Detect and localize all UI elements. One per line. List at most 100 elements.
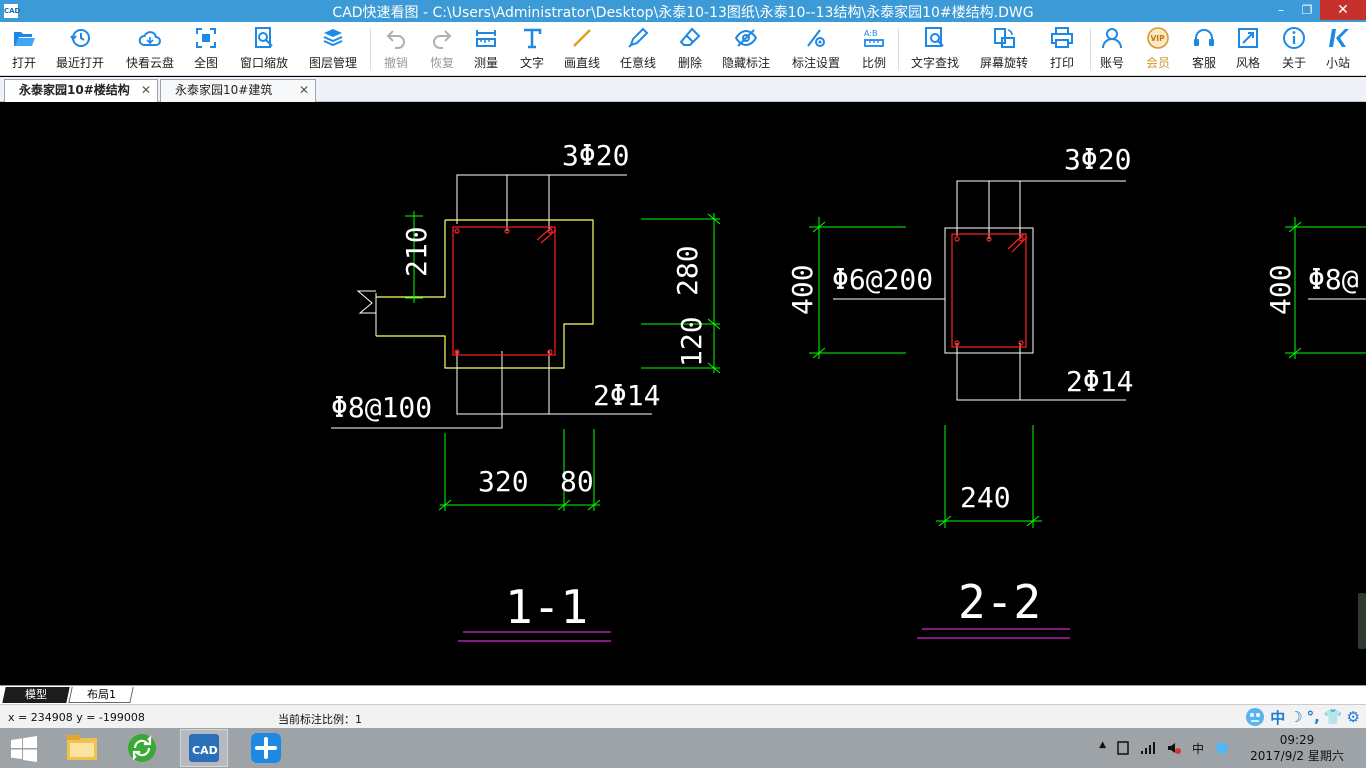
ime-mascot-icon (1246, 708, 1265, 726)
tab-architecture-drawing[interactable]: 永泰家园10#建筑 ✕ (160, 79, 316, 102)
open-button[interactable]: 打开 (4, 26, 44, 74)
layer-manager-button[interactable]: 图层管理 (306, 26, 360, 74)
measure-label: 测量 (473, 56, 498, 70)
annotation-settings-button[interactable]: 标注设置 (788, 26, 844, 74)
tab-structure-drawing[interactable]: 永泰家园10#楼结构 ✕ (4, 79, 158, 102)
show-hidden-icons-icon[interactable]: ▲ (1099, 740, 1106, 757)
file-explorer-icon[interactable] (58, 729, 106, 767)
bottom-bars-label: 2Φ14 (1066, 365, 1133, 398)
dim-80-label: 80 (560, 465, 594, 498)
volume-muted-icon[interactable] (1166, 740, 1182, 756)
delete-label: 删除 (677, 56, 702, 70)
section-3-partial: 400 Φ8@ (1264, 217, 1366, 359)
cloud-drive-label: 快看云盘 (125, 56, 174, 70)
network-signal-icon[interactable] (1140, 740, 1156, 756)
blue-pinwheel-icon[interactable] (242, 729, 290, 767)
tab-close-icon[interactable]: ✕ (299, 80, 309, 101)
delete-button[interactable]: 删除 (672, 26, 708, 74)
undo-label: 撤销 (383, 56, 408, 70)
draw-line-button[interactable]: 画直线 (560, 26, 604, 74)
printer-icon (1051, 27, 1073, 48)
svg-text:A:B: A:B (864, 29, 878, 38)
rotate-screen-button[interactable]: 屏幕旋转 (976, 26, 1032, 74)
print-button[interactable]: 打印 (1044, 26, 1080, 74)
hide-eye-icon (734, 29, 758, 47)
ime-punctuation-icon[interactable]: °, (1307, 708, 1320, 726)
vip-icon: VIP (1147, 27, 1169, 49)
stirrup-label: Φ6@200 (832, 263, 933, 296)
ime-skin-icon[interactable]: 👕 (1324, 708, 1343, 726)
dim-400-label: 400 (1264, 264, 1297, 315)
text-search-button[interactable]: 文字查找 (906, 26, 964, 74)
window-controls: – ❐ ✕ (1268, 0, 1366, 22)
redo-button[interactable]: 恢复 (424, 26, 460, 74)
taskbar-clock[interactable]: 09:29 2017/9/2 星期六 (1242, 732, 1352, 764)
recent-clock-icon (70, 29, 90, 47)
rebar-stirrup (951, 233, 1028, 348)
cloud-icon (138, 31, 161, 46)
hide-annotation-button[interactable]: 隐藏标注 (718, 26, 774, 74)
ime-toolbar[interactable]: 中 ☽ °, 👕 ⚙ (1244, 706, 1360, 728)
restore-button[interactable]: ❐ (1294, 0, 1320, 20)
vip-button[interactable]: VIP 会员 (1140, 26, 1176, 74)
tab-label: 永泰家园10#建筑 (175, 83, 273, 97)
tab-layout1[interactable]: 布局1 (68, 687, 134, 703)
green-refresh-icon[interactable] (118, 729, 166, 767)
account-button[interactable]: 账号 (1094, 26, 1130, 74)
dim-280-label: 280 (671, 245, 704, 296)
top-bars-label: 3Φ20 (562, 139, 629, 172)
canvas-side-grip[interactable] (1358, 593, 1366, 649)
tab-close-icon[interactable]: ✕ (141, 80, 151, 101)
freehand-button[interactable]: 任意线 (616, 26, 660, 74)
minimize-button[interactable]: – (1268, 0, 1294, 20)
cursor-coordinates: x = 234908 y = -199008 (8, 711, 145, 724)
ime-language-indicator[interactable]: 中 (1270, 707, 1285, 728)
customer-service-button[interactable]: 客服 (1186, 26, 1222, 74)
freehand-label: 任意线 (619, 56, 656, 70)
windows-taskbar: CAD ▲ 中 09:29 2017/9/2 星期六 (0, 728, 1366, 768)
dim-120-label: 120 (675, 316, 708, 367)
cloud-drive-button[interactable]: 快看云盘 (122, 26, 178, 74)
undo-icon (386, 30, 405, 49)
scale-icon: A:B (864, 29, 884, 47)
pen-icon (628, 27, 649, 48)
cad-viewer-icon[interactable]: CAD (180, 729, 228, 767)
title-underline (917, 628, 1070, 639)
device-icon[interactable] (1116, 740, 1130, 756)
scale-button[interactable]: A:B 比例 (856, 26, 892, 74)
zoom-window-icon (255, 27, 273, 48)
app-window: CAD CAD快速看图 - C:\Users\Administrator\Des… (0, 0, 1366, 768)
recent-open-button[interactable]: 最近打开 (52, 26, 108, 74)
undo-button[interactable]: 撤销 (378, 26, 414, 74)
windows-start-icon[interactable] (10, 736, 38, 762)
fit-all-label: 全图 (193, 56, 218, 70)
text-search-icon (925, 27, 944, 47)
top-bars-label: 3Φ20 (1064, 143, 1131, 176)
toolbar-divider (370, 28, 371, 70)
fit-all-button[interactable]: 全图 (188, 26, 224, 74)
station-button[interactable]: 小站 (1320, 26, 1356, 74)
style-button[interactable]: 风格 (1230, 26, 1266, 74)
section-3-texts: 400 Φ8@ (1264, 263, 1359, 315)
svg-text:VIP: VIP (1151, 34, 1166, 43)
ime-settings-icon[interactable]: ⚙ (1347, 708, 1360, 726)
drawing-canvas[interactable]: 3Φ20 210 280 120 2Φ14 Φ8@100 320 80 1-1 (0, 103, 1366, 685)
tray-ime-indicator[interactable]: 中 (1192, 740, 1204, 757)
close-button[interactable]: ✕ (1320, 0, 1366, 20)
ime-moon-icon[interactable]: ☽ (1289, 708, 1302, 726)
text-button[interactable]: 文字 (514, 26, 550, 74)
clock-time: 09:29 (1279, 733, 1315, 747)
cad-taskbar-label: CAD (192, 744, 218, 757)
clock-date: 2017/9/2 星期六 (1250, 749, 1344, 763)
tray-icons: ▲ 中 (1099, 740, 1230, 757)
about-button[interactable]: 关于 (1276, 26, 1312, 74)
dimension-settings-icon (807, 29, 825, 47)
draw-line-label: 画直线 (563, 56, 600, 70)
style-icon (1238, 28, 1258, 48)
measure-button[interactable]: 测量 (468, 26, 504, 74)
section-title: 1-1 (505, 580, 588, 634)
tray-mascot-icon[interactable] (1214, 740, 1230, 756)
tab-model[interactable]: 模型 (2, 687, 70, 703)
toolbar-divider (1090, 28, 1091, 70)
zoom-window-button[interactable]: 窗口缩放 (236, 26, 292, 74)
